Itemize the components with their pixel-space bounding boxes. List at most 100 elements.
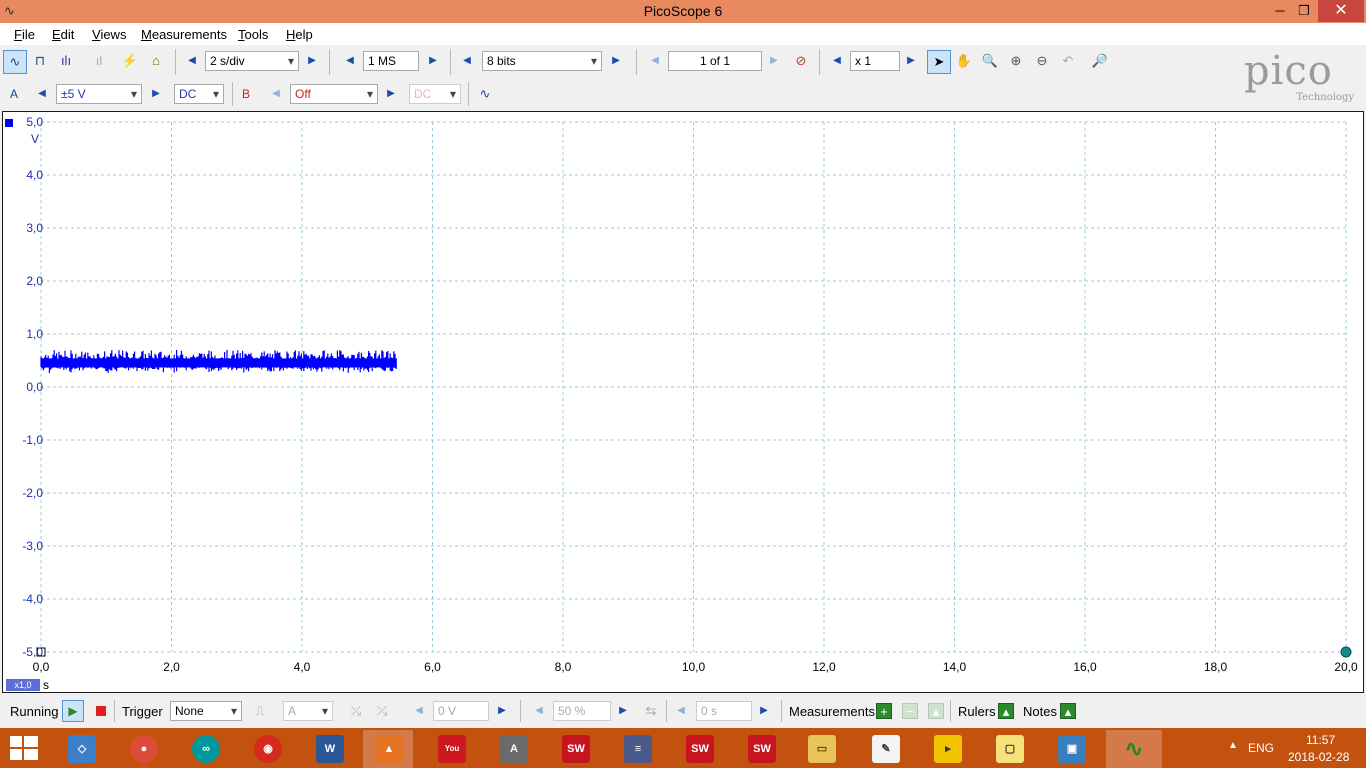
taskbar-sticky-notes-icon[interactable]: ▢ xyxy=(984,730,1034,768)
trigger-delay-field[interactable]: 0 s xyxy=(696,701,752,721)
taskbar-picoscope-icon[interactable]: ∿ xyxy=(1106,730,1162,768)
trigger-delay-increase-button[interactable]: ▶ xyxy=(754,700,774,722)
channel-b-button[interactable]: B xyxy=(235,83,257,105)
hand-tool-icon[interactable]: ✋ xyxy=(953,50,975,72)
taskbar-arduino-icon[interactable]: ∞ xyxy=(180,730,230,768)
notes-label: Notes xyxy=(1023,704,1057,719)
samples-increase-button[interactable]: ▶ xyxy=(423,50,443,72)
timebase-select[interactable]: 2 s/div xyxy=(205,51,299,71)
buffer-next-button[interactable]: ▶ xyxy=(764,50,784,72)
edit-measurement-icon[interactable]: − xyxy=(902,703,918,719)
clock-date[interactable]: 2018-02-28 xyxy=(1288,750,1349,764)
taskbar-solidworks-2016-icon[interactable]: SW xyxy=(550,730,600,768)
zoom-in-icon[interactable]: ⊕ xyxy=(1005,50,1027,72)
falling-edge-icon[interactable]: ⤰ xyxy=(371,700,393,722)
y-tick-label: -3,0 xyxy=(22,539,43,553)
menu-tools[interactable]: Tools xyxy=(238,27,268,42)
coupling-b-select[interactable]: DC xyxy=(409,84,461,104)
notes-toggle-icon[interactable]: ▴ xyxy=(1060,703,1076,719)
signal-generator-icon[interactable]: ⚡ xyxy=(119,50,141,72)
menu-measurements[interactable]: Measurements xyxy=(141,27,227,42)
advanced-trigger-icon[interactable]: ⎍ xyxy=(249,700,271,722)
start-icon[interactable]: ▶ xyxy=(62,700,84,722)
taskbar-matlab-icon[interactable]: ▲ xyxy=(363,730,413,768)
range-b-select[interactable]: Off xyxy=(290,84,378,104)
input-language[interactable]: ENG xyxy=(1248,741,1274,755)
menu-help[interactable]: Help xyxy=(286,27,313,42)
zoom-out-icon[interactable]: ⊖ xyxy=(1031,50,1053,72)
menu-file[interactable]: File xyxy=(14,27,35,42)
y-tick-label: 1,0 xyxy=(26,327,43,341)
zoom-increase-button[interactable]: ▶ xyxy=(901,50,921,72)
delete-measurement-icon[interactable]: ▴ xyxy=(928,703,944,719)
taskbar-app-a17-icon[interactable]: A xyxy=(488,730,538,768)
taskbar-youtube-icon[interactable]: You xyxy=(426,730,476,768)
trigger-delay-decrease-button[interactable]: ◀ xyxy=(671,700,691,722)
buffer-navigator-icon[interactable]: ⊘ xyxy=(790,50,812,72)
coupling-a-select[interactable]: DC xyxy=(174,84,224,104)
trigger-source-select[interactable]: A xyxy=(283,701,333,721)
resolution-select[interactable]: 8 bits xyxy=(482,51,602,71)
trigger-level-decrease-button[interactable]: ◀ xyxy=(409,700,429,722)
taskbar-app-card-icon[interactable]: ✎ xyxy=(860,730,910,768)
scope-view[interactable]: 5,0 4,0 3,0 2,0 1,0 0,0 -1,0 -2,0 -3,0 -4,0 -5,0 V… xyxy=(2,111,1364,693)
resolution-decrease-button[interactable]: ◀ xyxy=(457,50,477,72)
timebase-increase-button[interactable]: ▶ xyxy=(302,50,322,72)
range-a-decrease-button[interactable]: ◀ xyxy=(32,83,52,105)
taskbar-acrobat-icon[interactable]: ◉ xyxy=(242,730,292,768)
timebase-decrease-button[interactable]: ◀ xyxy=(182,50,202,72)
menu-edit[interactable]: Edit xyxy=(52,27,74,42)
trigger-mode-select[interactable]: None xyxy=(170,701,242,721)
taskbar-app-icon[interactable]: ≡ xyxy=(612,730,662,768)
zoom-decrease-button[interactable]: ◀ xyxy=(827,50,847,72)
samples-decrease-button[interactable]: ◀ xyxy=(340,50,360,72)
show-hidden-icons-icon[interactable]: ▲ xyxy=(1228,740,1238,751)
trigger-level-increase-button[interactable]: ▶ xyxy=(492,700,512,722)
taskbar-chrome-icon[interactable]: ● xyxy=(118,730,168,768)
range-a-select[interactable]: ±5 V xyxy=(56,84,142,104)
spectrum-options-icon[interactable]: ıl xyxy=(88,50,110,72)
stop-icon[interactable] xyxy=(96,706,106,716)
taskbar-solidworks-icon[interactable]: SW xyxy=(736,730,786,768)
zoom-field[interactable]: x 1 xyxy=(850,51,900,71)
trigger-position-field[interactable]: 50 % xyxy=(553,701,611,721)
start-button[interactable] xyxy=(10,736,38,762)
range-a-increase-button[interactable]: ▶ xyxy=(146,83,166,105)
maximize-button[interactable]: ❐ xyxy=(1290,0,1318,22)
spectrum-mode-icon[interactable]: ılı xyxy=(55,50,77,72)
channel-options-icon[interactable]: ∿ xyxy=(474,83,496,105)
range-b-increase-button[interactable]: ▶ xyxy=(381,83,401,105)
close-button[interactable]: ✕ xyxy=(1318,0,1364,22)
channel-a-button[interactable]: A xyxy=(3,83,25,105)
buffer-field[interactable]: 1 of 1 xyxy=(668,51,762,71)
zoom-area-icon[interactable]: 🔍 xyxy=(979,50,1001,72)
trigger-level-field[interactable]: 0 V xyxy=(433,701,489,721)
menu-views[interactable]: Views xyxy=(92,27,126,42)
zoom-overview-handle[interactable] xyxy=(1340,646,1352,658)
persistence-mode-icon[interactable]: ⊓ xyxy=(29,50,51,72)
home-icon[interactable]: ⌂ xyxy=(145,50,167,72)
add-measurement-icon[interactable]: + xyxy=(876,703,892,719)
rising-edge-icon[interactable]: ⤯ xyxy=(345,700,367,722)
buffer-previous-button[interactable]: ◀ xyxy=(645,50,665,72)
pointer-tool-icon[interactable]: ➤ xyxy=(927,50,951,74)
trigger-position-decrease-button[interactable]: ◀ xyxy=(529,700,549,722)
taskbar-word-icon[interactable]: W xyxy=(304,730,354,768)
taskbar-labview-icon[interactable]: ▸ xyxy=(922,730,972,768)
samples-field[interactable]: 1 MS xyxy=(363,51,419,71)
zoom-overview-icon[interactable]: 🔎 xyxy=(1089,50,1111,72)
clock-time[interactable]: 11:57 xyxy=(1306,733,1335,747)
taskbar-file-explorer-icon[interactable]: ▭ xyxy=(796,730,846,768)
taskbar-solidworks-2017-icon[interactable]: SW xyxy=(674,730,724,768)
range-b-decrease-button[interactable]: ◀ xyxy=(266,83,286,105)
post-trigger-icon[interactable]: ⇆ xyxy=(640,700,662,722)
taskbar-visual-studio-icon[interactable]: ◇ xyxy=(56,730,106,768)
logo-subtext: Technology xyxy=(1296,92,1354,103)
resolution-increase-button[interactable]: ▶ xyxy=(606,50,626,72)
measurements-label: Measurements xyxy=(789,704,875,719)
taskbar-photos-icon[interactable]: ▣ xyxy=(1046,730,1096,768)
scope-mode-icon[interactable]: ∿ xyxy=(3,50,27,74)
rulers-toggle-icon[interactable]: ▴ xyxy=(998,703,1014,719)
trigger-position-increase-button[interactable]: ▶ xyxy=(613,700,633,722)
undo-zoom-icon[interactable]: ↶ xyxy=(1057,50,1079,72)
